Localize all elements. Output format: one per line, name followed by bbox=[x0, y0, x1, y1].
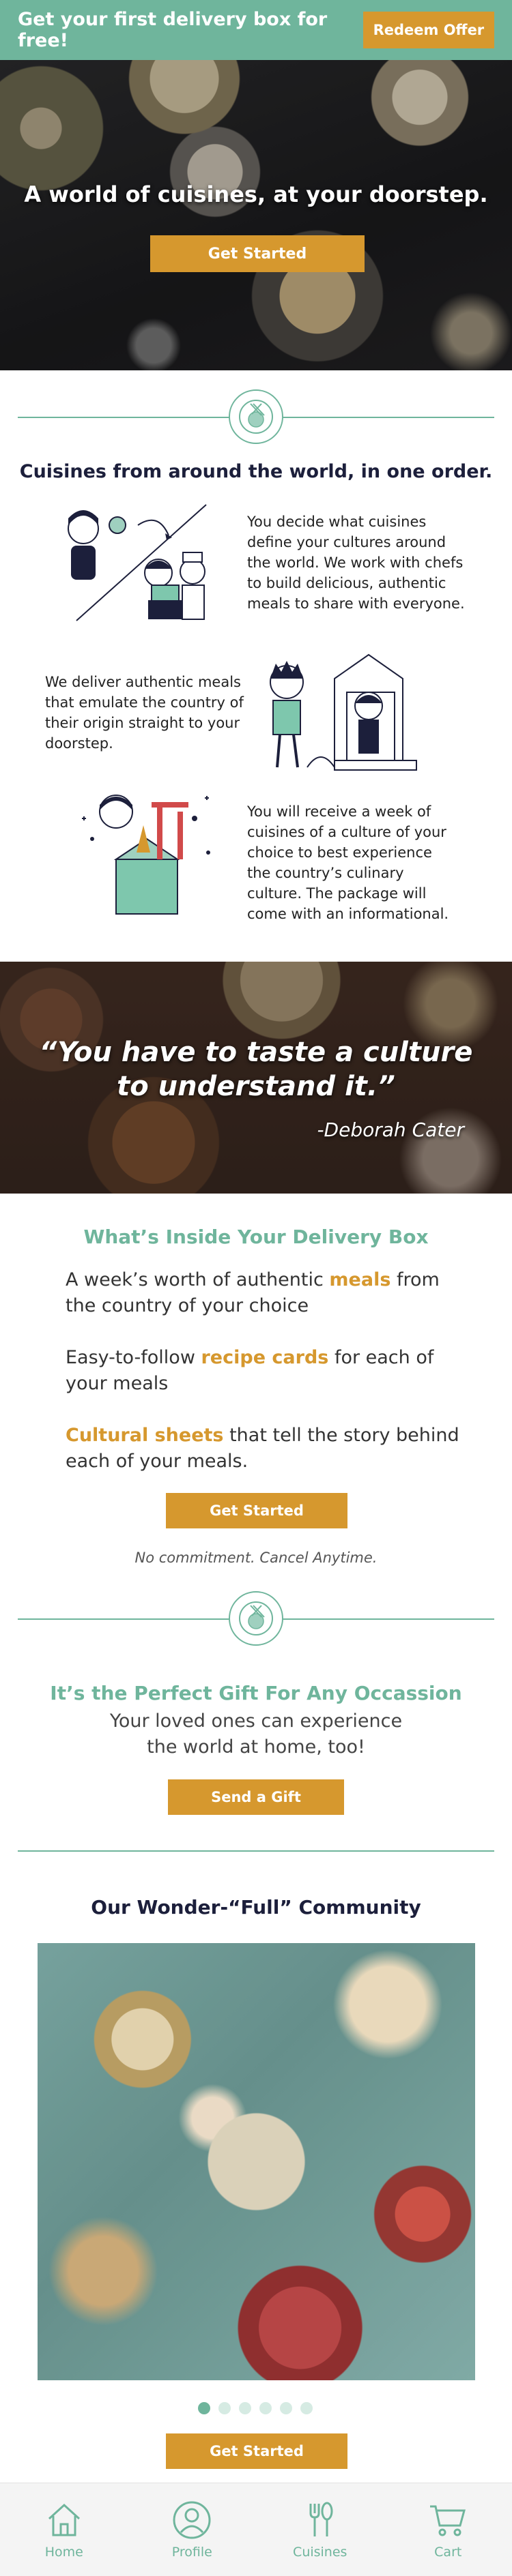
carousel-dots bbox=[198, 2402, 313, 2414]
carousel-dot[interactable] bbox=[198, 2402, 210, 2414]
hero-overlay bbox=[0, 60, 512, 370]
inside-box-item-highlight: meals bbox=[329, 1269, 391, 1290]
gift-subtitle-line: Your loved ones can experience bbox=[109, 1711, 403, 1732]
gift-subtitle-line: the world at home, too! bbox=[147, 1736, 365, 1758]
how-it-works-text-2: We deliver authentic meals that emulate … bbox=[45, 674, 244, 752]
gift-subtitle: Your loved ones can experience the world… bbox=[0, 1708, 512, 1760]
profile-icon bbox=[173, 2501, 211, 2539]
community-get-started-button[interactable]: Get Started bbox=[166, 2433, 347, 2469]
inside-box-get-started-button[interactable]: Get Started bbox=[166, 1493, 347, 1528]
section-divider bbox=[18, 1850, 494, 1852]
carousel-dot[interactable] bbox=[259, 2402, 272, 2414]
chefs-illustration-icon bbox=[68, 504, 207, 621]
tab-label: Cart bbox=[434, 2545, 462, 2560]
tab-cart[interactable]: Cart bbox=[397, 2500, 499, 2560]
tab-label: Profile bbox=[171, 2545, 212, 2560]
brand-logo-icon bbox=[229, 1591, 283, 1646]
promo-bar: Get your first delivery box for free! Re… bbox=[0, 0, 512, 60]
send-gift-button[interactable]: Send a Gift bbox=[168, 1779, 344, 1815]
inside-box-item-1: A week’s worth of authentic meals from t… bbox=[66, 1267, 468, 1319]
inside-box-item-text: A week’s worth of authentic bbox=[66, 1269, 330, 1290]
culture-box-illustration-icon bbox=[82, 795, 210, 915]
community-photo[interactable] bbox=[38, 1943, 475, 2380]
quote-banner: “You have to taste a culture to understa… bbox=[0, 962, 512, 1194]
home-icon bbox=[48, 2503, 80, 2536]
community-photo-overlay bbox=[38, 1943, 475, 2380]
carousel-dot[interactable] bbox=[300, 2402, 313, 2414]
tab-cuisines[interactable]: Cuisines bbox=[269, 2500, 371, 2560]
inside-box-item-text: Easy-to-follow bbox=[66, 1347, 201, 1368]
carousel-dot[interactable] bbox=[280, 2402, 292, 2414]
how-it-works-text-1: You decide what cuisines define your cul… bbox=[247, 514, 465, 612]
hero-get-started-button[interactable]: Get Started bbox=[150, 235, 365, 272]
cart-icon bbox=[430, 2505, 466, 2536]
inside-box-title: What’s Inside Your Delivery Box bbox=[83, 1226, 429, 1248]
tab-profile[interactable]: Profile bbox=[141, 2500, 243, 2560]
brand-logo-icon bbox=[229, 389, 283, 444]
hero-banner: A world of cuisines, at your doorstep. G… bbox=[0, 60, 512, 370]
globe-utensils-icon bbox=[239, 1601, 273, 1635]
redeem-offer-button[interactable]: Redeem Offer bbox=[362, 12, 494, 48]
community-title: Our Wonder-“Full” Community bbox=[91, 1896, 421, 1919]
quote-text: “You have to taste a culture to understa… bbox=[39, 1037, 473, 1102]
how-it-works-text-3: You will receive a week of cuisines of a… bbox=[247, 803, 449, 922]
inside-box-item-highlight: recipe cards bbox=[201, 1347, 329, 1368]
utensils-icon bbox=[309, 2502, 333, 2536]
tab-home[interactable]: Home bbox=[13, 2500, 115, 2560]
carousel-dot[interactable] bbox=[239, 2402, 251, 2414]
hero-title: A world of cuisines, at your doorstep. bbox=[24, 181, 488, 207]
carousel-dot[interactable] bbox=[218, 2402, 231, 2414]
bottom-tab-bar: Home Profile Cuisines Cart bbox=[0, 2483, 512, 2576]
delivery-illustration-icon bbox=[270, 653, 417, 771]
quote-author: -Deborah Cater bbox=[317, 1119, 464, 1141]
inside-box-item-3: Cultural sheets that tell the story behi… bbox=[66, 1423, 468, 1475]
tab-label: Cuisines bbox=[293, 2545, 347, 2560]
tab-label: Home bbox=[44, 2545, 83, 2560]
no-commitment-note: No commitment. Cancel Anytime. bbox=[134, 1550, 378, 1566]
inside-box-item-2: Easy-to-follow recipe cards for each of … bbox=[66, 1345, 468, 1397]
promo-text: Get your first delivery box for free! bbox=[18, 9, 328, 51]
inside-box-item-highlight: Cultural sheets bbox=[66, 1425, 224, 1446]
gift-title: It’s the Perfect Gift For Any Occassion bbox=[50, 1682, 462, 1704]
globe-utensils-icon bbox=[239, 400, 273, 434]
how-it-works-title: Cuisines from around the world, in one o… bbox=[19, 461, 493, 482]
